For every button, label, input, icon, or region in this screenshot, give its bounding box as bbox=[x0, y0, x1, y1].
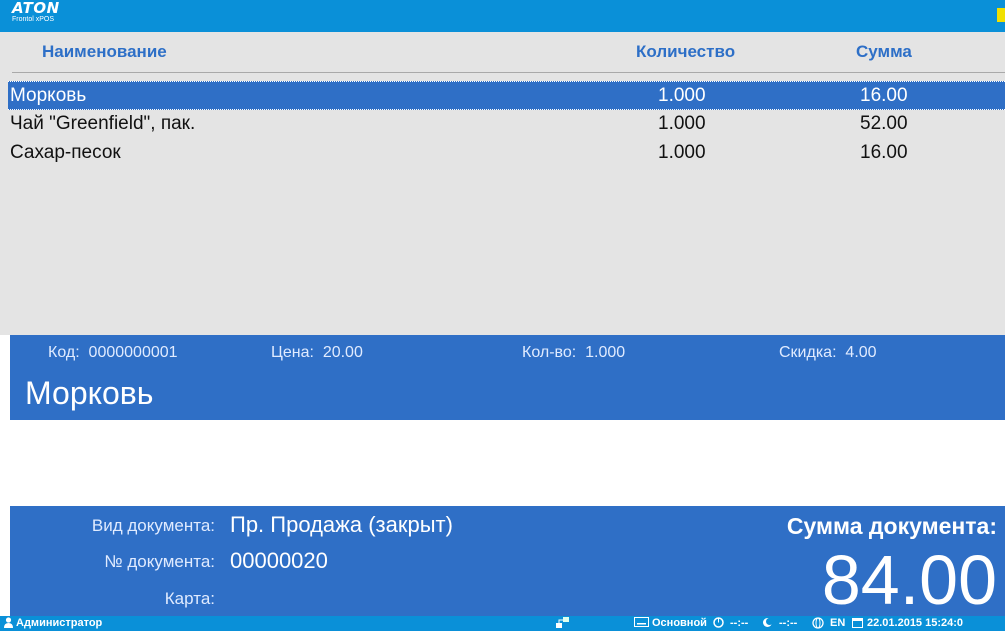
doc-number-value: 00000020 bbox=[230, 548, 328, 573]
column-header-sum: Сумма bbox=[856, 42, 912, 61]
code-label: Код: bbox=[48, 344, 80, 361]
globe-icon bbox=[812, 617, 824, 632]
user-icon bbox=[4, 617, 13, 631]
doc-number-label: № документа: bbox=[104, 552, 215, 571]
discount-value: 4.00 bbox=[845, 344, 877, 361]
card-label: Карта: bbox=[164, 589, 215, 608]
doc-total-value: 84.00 bbox=[821, 541, 997, 619]
clock-icon bbox=[713, 617, 724, 631]
keyboard-icon bbox=[634, 617, 649, 630]
message-area bbox=[10, 420, 1005, 506]
price-value: 20.00 bbox=[322, 344, 363, 361]
row-quantity: 1.000 bbox=[658, 113, 706, 134]
item-price: Цена: 20.00 bbox=[271, 344, 363, 362]
user-name: Администратор bbox=[16, 617, 103, 629]
doc-type-value: Пр. Продажа (закрыт) bbox=[230, 512, 453, 537]
doc-type-label: Вид документа: bbox=[91, 516, 215, 535]
row-sum: 16.00 bbox=[860, 142, 908, 163]
item-info-panel: Код: 0000000001 Цена: 20.00 Кол-во: 1.00… bbox=[10, 335, 1005, 420]
status-bar: Администратор Основной --:-- --:-- EN 22… bbox=[0, 616, 1005, 631]
qty-value: 1.000 bbox=[585, 344, 626, 361]
receipt-table: Наименование Количество Сумма Морковь 1.… bbox=[0, 32, 1005, 335]
row-sum: 16.00 bbox=[860, 85, 908, 106]
row-quantity: 1.000 bbox=[658, 142, 706, 163]
moon-icon bbox=[762, 617, 773, 631]
title-bar: ATON Frontol xPOS bbox=[0, 0, 1005, 32]
item-name: Морковь bbox=[25, 375, 154, 411]
doc-total-label: Сумма документа: bbox=[786, 513, 997, 539]
table-row[interactable]: Морковь 1.000 16.00 bbox=[8, 81, 1005, 110]
row-name: Морковь bbox=[10, 85, 87, 106]
table-row[interactable]: Чай "Greenfield", пак. 1.000 52.00 bbox=[8, 110, 1005, 139]
row-name: Чай "Greenfield", пак. bbox=[10, 113, 196, 134]
column-header-name: Наименование bbox=[42, 42, 167, 61]
table-row[interactable]: Сахар-песок 1.000 16.00 bbox=[8, 139, 1005, 168]
row-sum: 52.00 bbox=[860, 113, 908, 134]
column-header-quantity: Количество bbox=[636, 42, 736, 61]
network-icon bbox=[556, 617, 570, 632]
header-divider bbox=[12, 72, 1005, 73]
item-code: Код: 0000000001 bbox=[48, 344, 178, 362]
row-name: Сахар-песок bbox=[10, 142, 121, 163]
language-indicator[interactable]: EN bbox=[830, 617, 845, 629]
logo-subtitle: Frontol xPOS bbox=[12, 16, 55, 23]
status-indicator bbox=[997, 8, 1005, 22]
layout-name: Основной bbox=[652, 617, 707, 629]
calendar-icon bbox=[852, 617, 863, 631]
qty-label: Кол-во: bbox=[522, 344, 577, 361]
item-quantity: Кол-во: 1.000 bbox=[522, 344, 625, 362]
time-2: --:-- bbox=[779, 617, 798, 629]
price-label: Цена: bbox=[271, 344, 314, 361]
row-quantity: 1.000 bbox=[658, 85, 706, 106]
code-value: 0000000001 bbox=[88, 344, 178, 361]
logo-text: ATON bbox=[12, 0, 60, 17]
item-discount: Скидка: 4.00 bbox=[779, 344, 877, 362]
discount-label: Скидка: bbox=[779, 344, 837, 361]
datetime: 22.01.2015 15:24:0 bbox=[867, 617, 964, 629]
time-1: --:-- bbox=[730, 617, 749, 629]
document-panel: Вид документа: Пр. Продажа (закрыт) № до… bbox=[10, 506, 1005, 619]
receipt-rows: Морковь 1.000 16.00 Чай "Greenfield", па… bbox=[8, 81, 1005, 168]
app-logo: ATON Frontol xPOS bbox=[12, 1, 60, 24]
